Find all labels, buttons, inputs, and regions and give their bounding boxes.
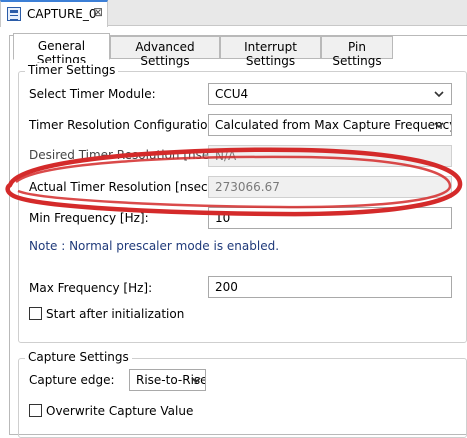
- editor-tab-capture[interactable]: CAPTURE_0 ⊠: [0, 0, 108, 27]
- prescaler-note: Note : Normal prescaler mode is enabled.: [29, 239, 280, 253]
- max-frequency-input[interactable]: 200: [208, 276, 452, 298]
- tab-pin-settings[interactable]: Pin Settings: [321, 36, 393, 68]
- tab-general-settings[interactable]: General Settings: [13, 33, 110, 67]
- select-timer-module-label: Select Timer Module:: [29, 87, 156, 101]
- timer-resolution-configuration-label: Timer Resolution Configuration:: [29, 118, 220, 132]
- chevron-down-icon: [434, 122, 444, 129]
- actual-timer-resolution-field: 273066.67: [208, 176, 452, 198]
- capture-settings-group: [18, 358, 467, 438]
- config-file-icon: [7, 7, 21, 21]
- max-frequency-label: Max Frequency [Hz]:: [29, 281, 153, 295]
- select-timer-module-value: CCU4: [215, 87, 249, 101]
- capture-edge-dropdown[interactable]: Rise-to-Rise: [129, 369, 206, 391]
- select-timer-module-dropdown[interactable]: CCU4: [208, 83, 452, 105]
- editor-tab-bar: CAPTURE_0 ⊠: [0, 0, 467, 27]
- editor-tab-title: CAPTURE_0: [27, 7, 97, 21]
- start-after-initialization-checkbox[interactable]: [29, 307, 42, 320]
- actual-timer-resolution-label: Actual Timer Resolution [nsec]:: [29, 180, 217, 194]
- timer-settings-title: Timer Settings: [25, 63, 119, 77]
- capture-settings-title: Capture Settings: [25, 350, 132, 364]
- chevron-down-icon: [191, 377, 201, 384]
- timer-resolution-configuration-value: Calculated from Max Capture Frequency: [215, 118, 452, 132]
- overwrite-capture-value-label: Overwrite Capture Value: [46, 404, 194, 418]
- tab-interrupt-settings[interactable]: Interrupt Settings: [220, 36, 321, 68]
- capture-edge-label: Capture edge:: [29, 373, 115, 387]
- start-after-initialization-label: Start after initialization: [46, 307, 185, 321]
- min-frequency-label: Min Frequency [Hz]:: [29, 211, 149, 225]
- timer-resolution-configuration-dropdown[interactable]: Calculated from Max Capture Frequency: [208, 114, 452, 136]
- chevron-down-icon: [434, 91, 444, 98]
- tab-advanced-settings[interactable]: Advanced Settings: [110, 36, 220, 68]
- desired-timer-resolution-field: N/A: [208, 145, 452, 167]
- desired-timer-resolution-label: Desired Timer Resolution [nsec]:: [29, 148, 225, 162]
- overwrite-capture-value-checkbox[interactable]: [29, 404, 42, 417]
- min-frequency-input[interactable]: 10: [208, 207, 452, 229]
- close-icon[interactable]: ⊠: [93, 5, 103, 19]
